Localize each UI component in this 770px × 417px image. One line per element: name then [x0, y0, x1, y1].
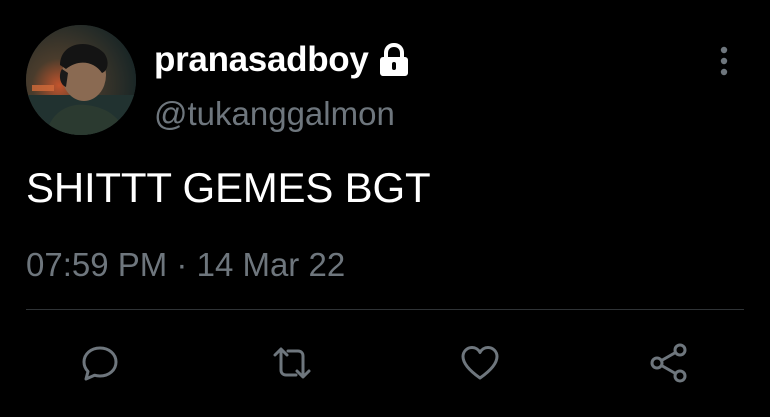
like-button[interactable] [455, 338, 505, 388]
tweet-text: SHITTT GEMES BGT [26, 164, 431, 211]
tweet-timestamp[interactable]: 07:59 PM · 14 Mar 22 [26, 243, 345, 287]
avatar-image [26, 25, 136, 135]
share-icon [650, 343, 687, 383]
meta-separator: · [176, 246, 188, 283]
more-options-icon[interactable] [712, 44, 736, 78]
reply-button[interactable] [75, 338, 125, 388]
tweet-time: 07:59 PM [26, 246, 168, 283]
lock-icon [377, 42, 411, 78]
avatar[interactable] [26, 25, 136, 135]
retweet-icon [273, 347, 311, 379]
divider [26, 309, 744, 310]
like-icon [461, 346, 499, 380]
user-handle[interactable]: @tukanggalmon [154, 92, 395, 136]
reply-icon [82, 346, 118, 381]
name-row: pranasadboy [154, 38, 411, 82]
display-name[interactable]: pranasadboy [154, 38, 369, 82]
retweet-button[interactable] [267, 338, 317, 388]
tweet-date: 14 Mar 22 [196, 246, 346, 283]
tweet-card: pranasadboy @tukanggalmon SHITTT GEMES B… [0, 0, 770, 417]
share-button[interactable] [644, 338, 694, 388]
